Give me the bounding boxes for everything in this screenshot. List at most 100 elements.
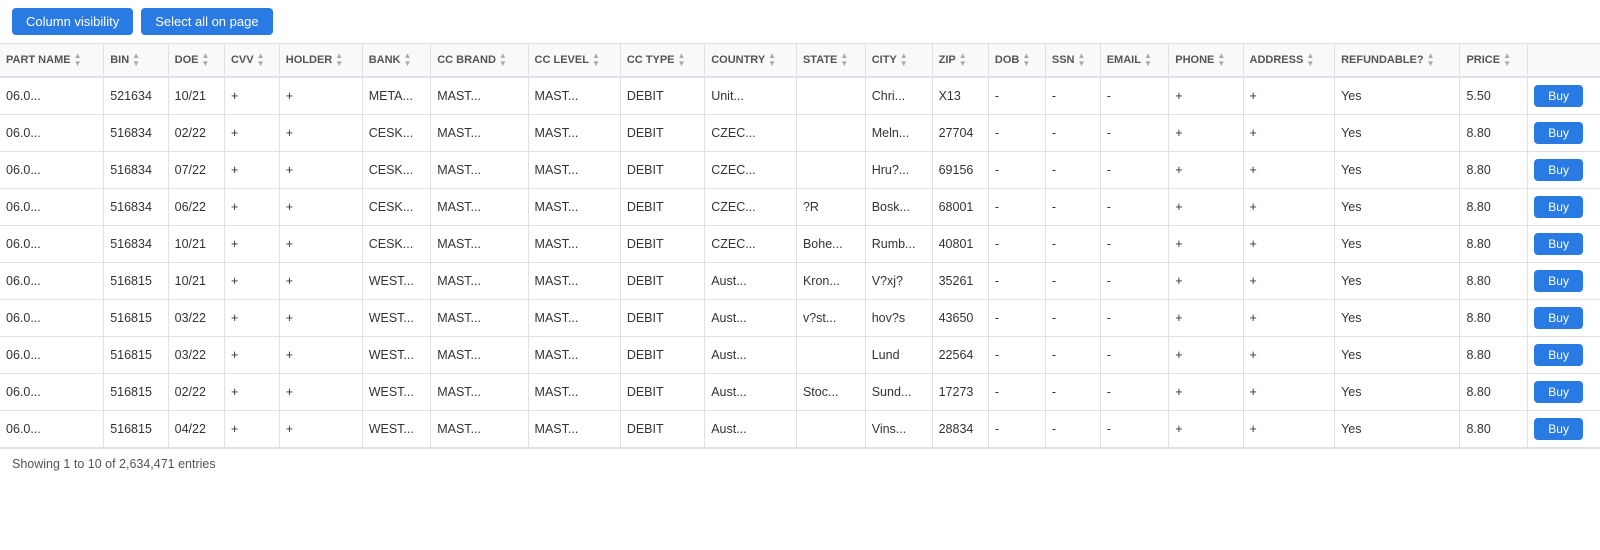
cell-address: +	[1243, 226, 1335, 263]
cell-refundable: Yes	[1335, 115, 1460, 152]
col-header-ssn[interactable]: SSN▲▼	[1045, 44, 1100, 77]
cell-state	[796, 115, 865, 152]
col-header-city[interactable]: CITY▲▼	[865, 44, 932, 77]
cell-cvv: +	[224, 77, 279, 115]
buy-button[interactable]: Buy	[1534, 381, 1583, 403]
cell-price: 8.80	[1460, 189, 1528, 226]
col-header-country[interactable]: COUNTRY▲▼	[705, 44, 797, 77]
cell-bin: 516834	[104, 115, 168, 152]
cell-ssn: -	[1045, 189, 1100, 226]
buy-button[interactable]: Buy	[1534, 307, 1583, 329]
col-header-price[interactable]: PRICE▲▼	[1460, 44, 1528, 77]
cell-bin: 516815	[104, 300, 168, 337]
cell-doe: 03/22	[168, 300, 224, 337]
cell-city: Lund	[865, 337, 932, 374]
buy-button[interactable]: Buy	[1534, 159, 1583, 181]
cell-address: +	[1243, 374, 1335, 411]
cell-city: Chri...	[865, 77, 932, 115]
cell-bank: CESK...	[362, 189, 431, 226]
cell-dob: -	[988, 263, 1045, 300]
cell-refundable: Yes	[1335, 189, 1460, 226]
cell-holder: +	[279, 337, 362, 374]
sort-icon: ▲▼	[1144, 52, 1152, 68]
col-header-email[interactable]: EMAIL▲▼	[1100, 44, 1169, 77]
cell-ssn: -	[1045, 300, 1100, 337]
cell-cc_brand: MAST...	[431, 115, 528, 152]
sort-icon: ▲▼	[1078, 52, 1086, 68]
sort-icon: ▲▼	[1427, 52, 1435, 68]
buy-button[interactable]: Buy	[1534, 270, 1583, 292]
cell-price: 8.80	[1460, 115, 1528, 152]
select-all-button[interactable]: Select all on page	[141, 8, 272, 35]
cell-phone: +	[1169, 300, 1243, 337]
col-header-dob[interactable]: DOB▲▼	[988, 44, 1045, 77]
cell-part_name: 06.0...	[0, 189, 104, 226]
sort-icon: ▲▼	[1022, 52, 1030, 68]
col-header-cvv[interactable]: CVV▲▼	[224, 44, 279, 77]
sort-icon: ▲▼	[900, 52, 908, 68]
cell-bin: 521634	[104, 77, 168, 115]
cell-bin: 516834	[104, 152, 168, 189]
cell-state	[796, 337, 865, 374]
col-header-doe[interactable]: DOE▲▼	[168, 44, 224, 77]
cell-country: Aust...	[705, 411, 797, 448]
cell-part_name: 06.0...	[0, 337, 104, 374]
table-row: 06.0...51683410/21++CESK...MAST...MAST..…	[0, 226, 1600, 263]
cell-holder: +	[279, 300, 362, 337]
cell-ssn: -	[1045, 337, 1100, 374]
col-header-bin[interactable]: BIN▲▼	[104, 44, 168, 77]
cell-bank: WEST...	[362, 300, 431, 337]
col-header-refundable[interactable]: REFUNDABLE?▲▼	[1335, 44, 1460, 77]
sort-icon: ▲▼	[840, 52, 848, 68]
cell-cc_level: MAST...	[528, 152, 620, 189]
cell-part_name: 06.0...	[0, 77, 104, 115]
buy-button[interactable]: Buy	[1534, 122, 1583, 144]
cell-cvv: +	[224, 263, 279, 300]
cell-cc_level: MAST...	[528, 374, 620, 411]
table-row: 06.0...52163410/21++META...MAST...MAST..…	[0, 77, 1600, 115]
cell-cc_brand: MAST...	[431, 374, 528, 411]
cell-city: Bosk...	[865, 189, 932, 226]
cell-price: 5.50	[1460, 77, 1528, 115]
col-header-address[interactable]: ADDRESS▲▼	[1243, 44, 1335, 77]
cell-country: Aust...	[705, 300, 797, 337]
buy-button[interactable]: Buy	[1534, 196, 1583, 218]
cell-city: Rumb...	[865, 226, 932, 263]
col-header-bank[interactable]: BANK▲▼	[362, 44, 431, 77]
col-header-cc_level[interactable]: CC LEVEL▲▼	[528, 44, 620, 77]
table-row: 06.0...51683406/22++CESK...MAST...MAST..…	[0, 189, 1600, 226]
col-header-zip[interactable]: ZIP▲▼	[932, 44, 988, 77]
cell-ssn: -	[1045, 374, 1100, 411]
cell-country: Aust...	[705, 374, 797, 411]
cell-cvv: +	[224, 226, 279, 263]
cell-cc_level: MAST...	[528, 337, 620, 374]
cell-email: -	[1100, 300, 1169, 337]
cell-dob: -	[988, 152, 1045, 189]
cell-cc_level: MAST...	[528, 189, 620, 226]
table-row: 06.0...51683402/22++CESK...MAST...MAST..…	[0, 115, 1600, 152]
cell-country: Aust...	[705, 337, 797, 374]
cell-country: CZEC...	[705, 189, 797, 226]
col-header-state[interactable]: STATE▲▼	[796, 44, 865, 77]
cell-cc_brand: MAST...	[431, 411, 528, 448]
entry-count: Showing 1 to 10 of 2,634,471 entries	[12, 457, 216, 471]
cell-cc_level: MAST...	[528, 300, 620, 337]
col-header-part_name[interactable]: PART NAME▲▼	[0, 44, 104, 77]
cell-refundable: Yes	[1335, 337, 1460, 374]
cell-cc_level: MAST...	[528, 411, 620, 448]
col-header-holder[interactable]: HOLDER▲▼	[279, 44, 362, 77]
column-visibility-button[interactable]: Column visibility	[12, 8, 133, 35]
col-header-cc_type[interactable]: CC TYPE▲▼	[620, 44, 704, 77]
buy-button[interactable]: Buy	[1534, 344, 1583, 366]
col-header-cc_brand[interactable]: CC BRAND▲▼	[431, 44, 528, 77]
buy-button[interactable]: Buy	[1534, 418, 1583, 440]
cell-city: Sund...	[865, 374, 932, 411]
cell-cc_type: DEBIT	[620, 337, 704, 374]
col-header-phone[interactable]: PHONE▲▼	[1169, 44, 1243, 77]
col-header-action[interactable]	[1528, 44, 1600, 77]
cell-email: -	[1100, 411, 1169, 448]
buy-button[interactable]: Buy	[1534, 85, 1583, 107]
buy-button[interactable]: Buy	[1534, 233, 1583, 255]
cell-holder: +	[279, 152, 362, 189]
table-row: 06.0...51681510/21++WEST...MAST...MAST..…	[0, 263, 1600, 300]
